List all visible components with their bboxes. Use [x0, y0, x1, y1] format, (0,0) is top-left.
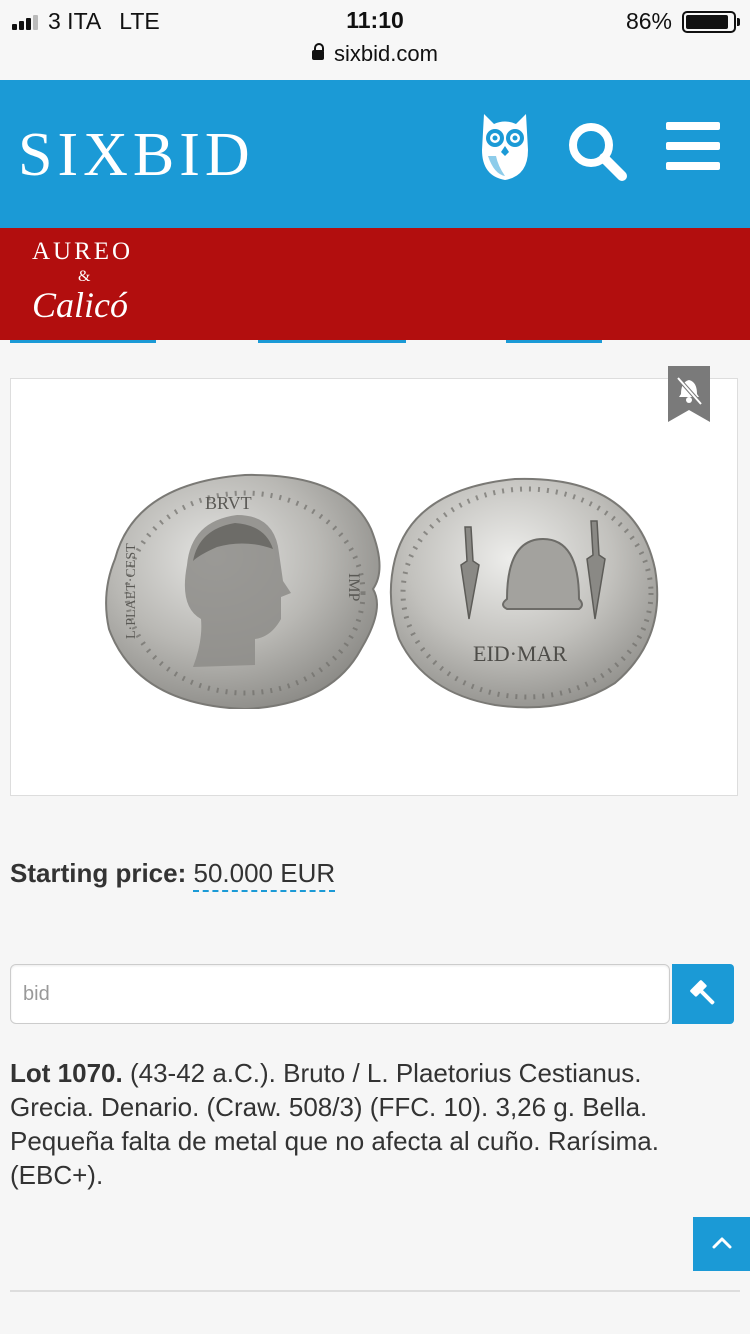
- place-bid-button[interactable]: [672, 964, 734, 1024]
- auction-house-banner[interactable]: AUREO & Calicó: [0, 228, 750, 340]
- tab-indicator-strip: [0, 340, 750, 344]
- watch-bookmark-icon[interactable]: [668, 366, 710, 422]
- status-bar: 3 ITA LTE 11:10 sixbid.com 86%: [0, 0, 750, 81]
- banner-line2: Calicó: [32, 285, 128, 325]
- coin-image[interactable]: BRVT IMP L·PLAET·CEST EID·MAR: [95, 469, 665, 709]
- price-value[interactable]: 50.000 EUR: [193, 858, 336, 892]
- lot-number[interactable]: Lot 1070.: [10, 1058, 123, 1088]
- battery-icon: [682, 10, 740, 33]
- divider: [10, 1290, 740, 1292]
- chevron-up-icon: [712, 1237, 731, 1248]
- site-logo[interactable]: SIXBID: [18, 120, 255, 191]
- battery-percent: 86%: [625, 8, 672, 34]
- reverse-legend: EID·MAR: [473, 641, 567, 666]
- obverse-legend-right: IMP: [345, 573, 362, 602]
- owl-icon[interactable]: [478, 110, 532, 182]
- url-text: sixbid.com: [334, 41, 438, 66]
- lot-image-card[interactable]: BRVT IMP L·PLAET·CEST EID·MAR: [10, 378, 738, 796]
- menu-icon[interactable]: [666, 122, 720, 174]
- bid-input[interactable]: [10, 964, 670, 1024]
- status-right: 86%: [625, 8, 740, 35]
- lot-description: Lot 1070. (43-42 a.C.). Bruto / L. Plaet…: [10, 1056, 710, 1192]
- banner-line1: AUREO: [32, 238, 134, 265]
- price-label: Starting price:: [10, 858, 187, 888]
- obverse-legend-left: L·PLAET·CEST: [124, 543, 139, 639]
- obverse-legend-top: BRVT: [205, 493, 252, 513]
- search-icon[interactable]: [566, 120, 628, 182]
- scroll-top-button[interactable]: [693, 1217, 750, 1271]
- site-header: SIXBID: [0, 80, 750, 228]
- starting-price: Starting price: 50.000 EUR: [10, 858, 336, 892]
- lock-icon: [312, 43, 325, 60]
- url-bar[interactable]: sixbid.com: [0, 41, 750, 67]
- gavel-icon: [690, 979, 715, 1004]
